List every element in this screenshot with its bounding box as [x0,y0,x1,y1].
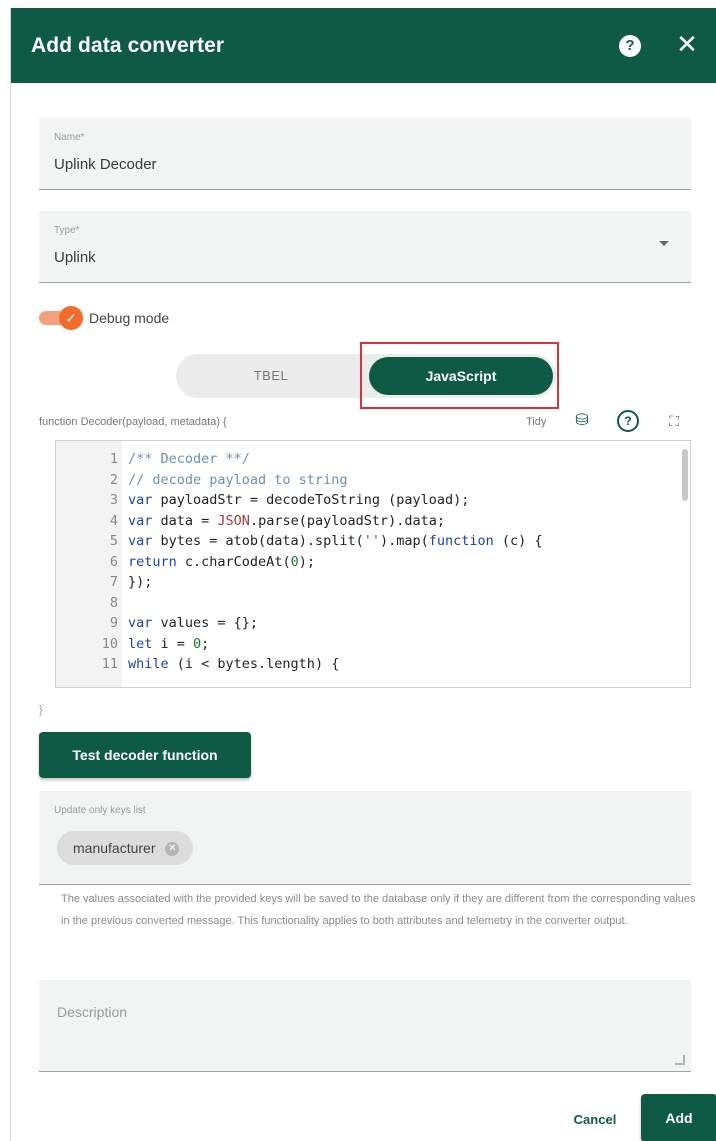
code-text[interactable]: }); [128,572,152,592]
code-text[interactable]: var values = {}; [128,613,258,633]
code-line[interactable]: 10 let i = 0; [56,634,690,654]
close-icon[interactable]: ✕ [165,842,180,857]
resize-grip-icon[interactable] [675,1055,685,1065]
type-select[interactable]: Type* Uplink [39,211,691,283]
highlight-box [360,342,559,409]
description-field[interactable]: Description [39,980,691,1072]
key-chip-label: manufacturer [73,840,156,856]
update-keys-label: Update only keys list [54,805,146,816]
check-icon[interactable]: ✓ [59,306,83,330]
code-line[interactable]: 2 // decode payload to string [56,470,690,490]
code-text[interactable]: /** Decoder **/ [128,449,250,469]
tab-tbel[interactable]: TBEL [176,354,366,398]
update-keys-field[interactable]: Update only keys list manufacturer ✕ [39,791,691,885]
code-line[interactable]: 8 [56,593,690,613]
fullscreen-icon[interactable]: ⛶ [663,410,685,432]
line-number: 2 [109,471,118,488]
tidy-button[interactable]: Tidy [526,416,546,428]
database-icon[interactable]: ⛁ [571,410,593,432]
test-decoder-button[interactable]: Test decoder function [39,732,251,778]
help-icon[interactable]: ? [619,35,641,57]
code-line[interactable]: 9 var values = {}; [56,613,690,633]
line-number: 1 [109,451,118,467]
line-number: 7 [109,574,118,590]
code-text[interactable]: var payloadStr = decodeToString (payload… [128,490,469,510]
line-number: 8 [109,594,118,611]
code-text[interactable]: while (i < bytes.length) { [128,654,339,674]
debug-mode-label: Debug mode [89,310,170,326]
key-chip[interactable]: manufacturer ✕ [57,831,194,865]
function-signature: function Decoder(payload, metadata) { [39,416,227,428]
code-line[interactable]: 4 var data = JSON.parse(payloadStr).data; [56,511,690,531]
help-icon[interactable]: ? [617,410,639,432]
dialog-header: Add data converter ? ✕ [11,8,716,83]
name-field[interactable]: Name* Uplink Decoder [39,118,691,190]
code-text[interactable]: return c.charCodeAt(0); [128,552,315,572]
line-number: 3 [109,492,118,508]
close-icon[interactable]: ✕ [675,30,699,58]
code-text[interactable]: // decode payload to string [128,470,347,490]
add-data-converter-dialog: Add data converter ? ✕ Name* Uplink Deco… [10,8,716,1141]
dialog-title: Add data converter [31,34,225,57]
name-field-value[interactable]: Uplink Decoder [54,156,157,173]
update-keys-hint: The values associated with the provided … [61,893,696,927]
name-field-label: Name* [54,132,85,143]
code-line[interactable]: 3 var payloadStr = decodeToString (payloa… [56,490,690,510]
line-number: 6 [109,553,118,570]
code-line[interactable]: 6 return c.charCodeAt(0); [56,552,690,572]
cancel-button[interactable]: Cancel [559,1100,631,1140]
code-editor[interactable]: 1 /** Decoder **/ 2 // decode payload to st… [55,440,691,688]
type-select-label: Type* [54,225,80,236]
chevron-down-icon[interactable] [659,241,669,246]
line-number: 11 [101,656,118,672]
code-text[interactable]: let i = 0; [128,634,209,654]
function-closing: } [39,704,43,716]
description-placeholder: Description [57,1004,128,1020]
add-button[interactable]: Add [641,1094,716,1141]
debug-mode-toggle[interactable]: ✓ [39,306,83,330]
type-select-value[interactable]: Uplink [54,249,96,266]
code-line[interactable]: 1 /** Decoder **/ [56,449,690,469]
line-number: 4 [109,512,118,529]
editor-scrollbar[interactable] [682,449,688,501]
code-line[interactable]: 11 while (i < bytes.length) { [56,654,690,674]
line-number: 9 [109,615,118,631]
code-line[interactable]: 5 var bytes = atob(data).split('').map(fu… [56,531,690,551]
code-text[interactable]: var bytes = atob(data).split('').map(fun… [128,531,543,551]
code-text[interactable]: var data = JSON.parse(payloadStr).data; [128,511,445,531]
line-number: 10 [101,635,118,652]
code-line[interactable]: 7}); [56,572,690,592]
line-number: 5 [109,533,118,549]
